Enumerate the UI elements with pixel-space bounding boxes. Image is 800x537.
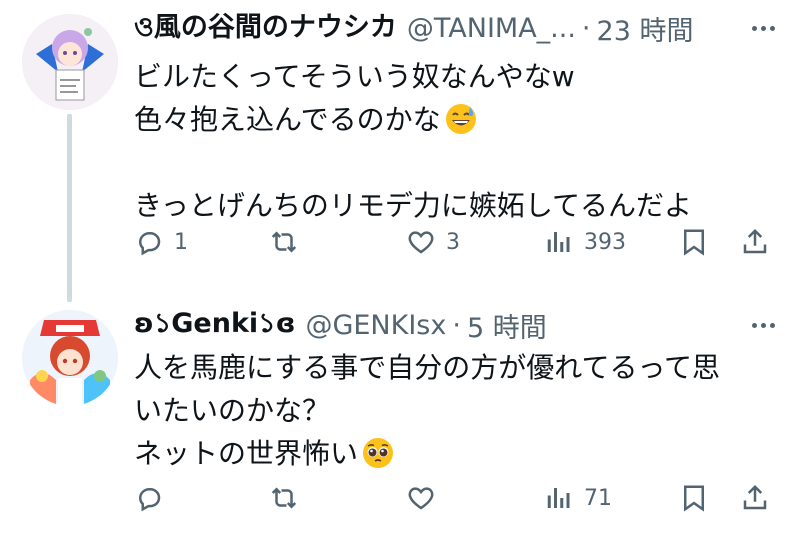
tweet-line: 人を馬鹿にする事で自分の方が優れてるって思 — [134, 351, 721, 384]
retweet-button[interactable] — [269, 222, 309, 262]
tweet-line: いたいのかな？ — [134, 394, 331, 427]
tweet-header: ও風の谷間のナウシカ @TANIMA_... · 23 時間 — [134, 8, 780, 48]
reply-icon — [138, 488, 161, 512]
share-icon — [743, 228, 767, 254]
reply-button[interactable]: 1 — [134, 222, 188, 262]
views-button[interactable]: 393 — [544, 222, 626, 262]
action-bar: 1 3 393 — [134, 222, 780, 262]
tweet-line — [134, 141, 774, 184]
views-count: 393 — [584, 229, 626, 255]
views-icon — [547, 488, 570, 508]
tweet-line: ビルたくってそういう奴なんやなw — [134, 60, 575, 93]
views-button[interactable]: 71 — [544, 478, 612, 518]
pleading-face-emoji — [362, 437, 394, 469]
like-button[interactable] — [406, 478, 446, 518]
reply-icon — [138, 232, 161, 256]
share-icon — [743, 484, 767, 510]
more-icon[interactable] — [746, 309, 780, 341]
reply-button[interactable] — [134, 478, 174, 518]
tweet-text: 人を馬鹿にする事で自分の方が優れてるって思 いたいのかな？ ネットの世界怖い — [134, 346, 774, 475]
bookmark-icon — [684, 229, 704, 256]
bookmark-button[interactable] — [679, 478, 709, 518]
timestamp[interactable]: 5 時間 — [467, 306, 547, 345]
like-count: 3 — [446, 229, 460, 255]
separator: · — [452, 309, 461, 341]
separator: · — [581, 12, 591, 44]
tweet-line: 色々抱え込んでるのかな — [134, 98, 774, 141]
action-bar: 71 — [134, 478, 780, 518]
tweet-header: ʚ১Genki১ɞ @GENKIsx · 5 時間 — [134, 305, 780, 345]
tweet-line: ネットの世界怖い — [134, 432, 774, 475]
display-name[interactable]: ও風の谷間のナウシカ — [134, 5, 397, 52]
tweet-2[interactable]: ʚ১Genki১ɞ @GENKIsx · 5 時間 人を馬鹿にする事で自分の方が… — [0, 285, 800, 537]
avatar[interactable] — [22, 14, 118, 110]
avatar[interactable] — [22, 310, 118, 406]
retweet-button[interactable] — [269, 478, 309, 518]
retweet-icon — [271, 231, 297, 253]
tweet-1[interactable]: ও風の谷間のナウシカ @TANIMA_... · 23 時間 ビルたくってそうい… — [0, 0, 800, 302]
bookmark-button[interactable] — [679, 222, 709, 262]
retweet-icon — [271, 487, 297, 509]
thread-connector-line — [67, 114, 72, 302]
more-icon[interactable] — [746, 12, 780, 44]
bookmark-icon — [684, 485, 704, 512]
tweet-text: ビルたくってそういう奴なんやなw 色々抱え込んでるのかな きっとげんちのリモデ力… — [134, 55, 774, 227]
share-button[interactable] — [740, 478, 770, 518]
sweat-smile-emoji — [445, 103, 477, 135]
like-button[interactable]: 3 — [406, 222, 460, 262]
user-handle[interactable]: @TANIMA_... — [407, 13, 576, 44]
like-icon — [408, 231, 434, 254]
user-handle[interactable]: @GENKIsx — [305, 310, 446, 341]
timestamp[interactable]: 23 時間 — [597, 9, 694, 48]
views-icon — [547, 232, 570, 252]
tweet-line: きっとげんちのリモデ力に嫉妬してるんだよ — [134, 189, 693, 222]
share-button[interactable] — [740, 222, 770, 262]
like-icon — [408, 487, 434, 510]
reply-count: 1 — [174, 229, 188, 255]
views-count: 71 — [584, 485, 612, 511]
display-name[interactable]: ʚ১Genki১ɞ — [134, 303, 295, 348]
